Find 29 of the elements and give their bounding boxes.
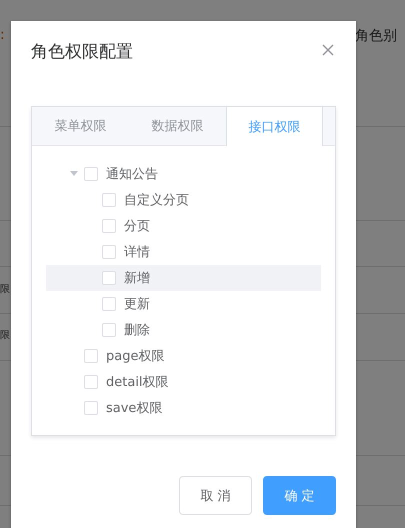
close-icon[interactable] xyxy=(322,44,334,56)
cancel-button[interactable]: 取 消 xyxy=(179,476,252,515)
node-label: 分页 xyxy=(124,218,150,235)
checkbox[interactable] xyxy=(102,245,116,259)
node-label: 删除 xyxy=(124,322,150,339)
node-label: 详情 xyxy=(124,244,150,261)
checkbox[interactable] xyxy=(84,167,98,181)
checkbox[interactable] xyxy=(102,323,116,337)
table-cell-text: 限 xyxy=(0,283,10,296)
checkbox[interactable] xyxy=(102,271,116,285)
dialog-title: 角色权限配置 xyxy=(31,41,133,63)
column-header: 角色别 xyxy=(355,27,397,45)
node-label: page权限 xyxy=(106,348,164,365)
node-label: 自定义分页 xyxy=(124,192,189,209)
checkbox[interactable] xyxy=(84,349,98,363)
checkbox[interactable] xyxy=(102,297,116,311)
checkbox[interactable] xyxy=(84,401,98,415)
node-label: detail权限 xyxy=(106,374,169,391)
node-label: 新增 xyxy=(124,270,150,287)
field-label: : xyxy=(0,27,5,43)
node-label: 更新 xyxy=(124,296,150,313)
node-label: save权限 xyxy=(106,400,162,417)
checkbox[interactable] xyxy=(84,375,98,389)
caret-icon[interactable] xyxy=(70,171,78,177)
tree-node[interactable]: 新增 xyxy=(46,265,321,291)
checkbox[interactable] xyxy=(102,219,116,233)
table-cell-text: 限 xyxy=(0,329,10,342)
node-label: 通知公告 xyxy=(106,166,158,183)
checkbox[interactable] xyxy=(102,193,116,207)
